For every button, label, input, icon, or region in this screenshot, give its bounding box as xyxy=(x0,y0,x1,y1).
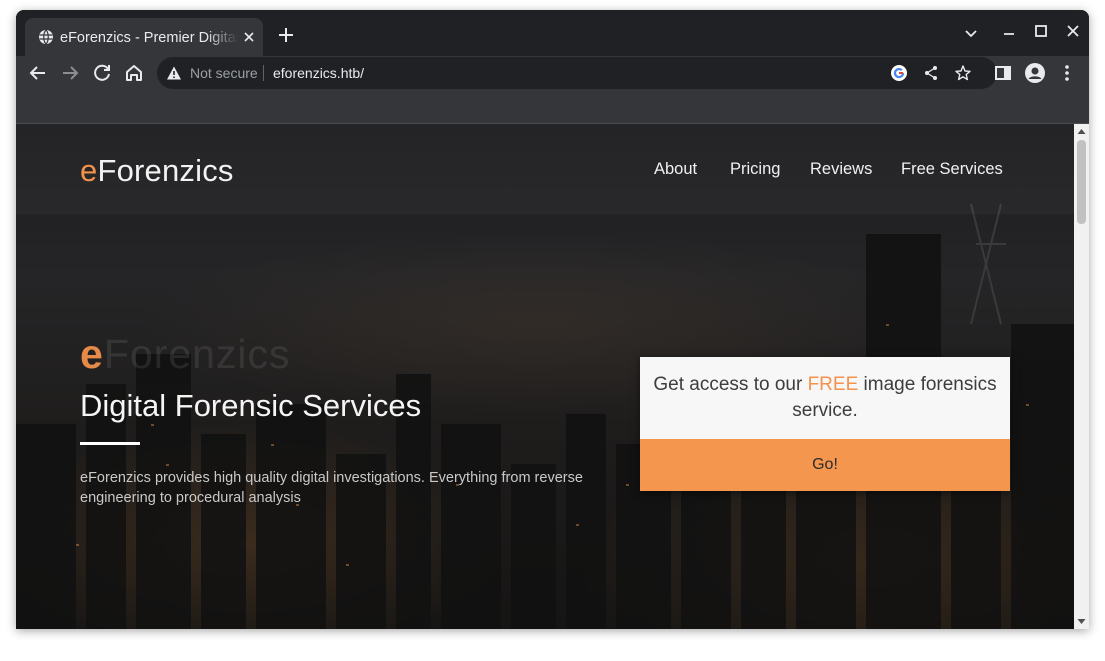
address-divider xyxy=(263,65,264,81)
scroll-up-arrow-icon[interactable] xyxy=(1077,127,1086,135)
google-lens-icon[interactable] xyxy=(890,64,908,82)
free-service-card: Get access to our FREE image forensics s… xyxy=(640,357,1010,491)
hero-watermark-accent: e xyxy=(80,331,104,377)
hero-title: Digital Forensic Services xyxy=(80,388,422,423)
bookmarks-bar xyxy=(16,90,1089,124)
url-text[interactable]: eforenzics.htb/ xyxy=(273,64,364,82)
logo-accent: e xyxy=(80,153,98,188)
profile-avatar-icon[interactable] xyxy=(1023,61,1047,85)
site-logo[interactable]: eForenzics xyxy=(80,151,234,191)
globe-icon xyxy=(39,29,53,45)
hero-divider xyxy=(80,442,140,445)
home-icon[interactable] xyxy=(122,61,146,85)
bookmark-star-icon[interactable] xyxy=(954,64,972,82)
nav-reviews-link[interactable]: Reviews xyxy=(810,158,872,180)
back-arrow-icon[interactable] xyxy=(26,61,50,85)
security-status[interactable]: Not secure xyxy=(190,64,258,82)
maximize-icon[interactable] xyxy=(1031,21,1051,41)
address-bar[interactable]: Not secure eforenzics.htb/ xyxy=(157,57,997,89)
new-tab-icon[interactable] xyxy=(276,25,296,45)
logo-text: Forenzics xyxy=(97,153,234,188)
forward-arrow-icon[interactable] xyxy=(58,61,82,85)
hero-watermark-logo: eForenzics xyxy=(80,329,291,379)
minimize-icon[interactable] xyxy=(999,23,1019,43)
web-page: eForenzics About Pricing Reviews Free Se… xyxy=(16,124,1074,629)
nav-pricing-link[interactable]: Pricing xyxy=(730,158,780,180)
tab-search-chevron-icon[interactable] xyxy=(961,23,981,43)
share-icon[interactable] xyxy=(922,64,940,82)
warning-triangle-icon[interactable] xyxy=(166,65,182,81)
close-tab-icon[interactable] xyxy=(241,29,257,45)
cta-free-highlight: FREE xyxy=(807,374,859,395)
reload-icon[interactable] xyxy=(90,61,114,85)
more-menu-icon[interactable] xyxy=(1055,61,1079,85)
go-button[interactable]: Go! xyxy=(640,439,1010,491)
side-panel-icon[interactable] xyxy=(991,61,1015,85)
scrollbar-thumb[interactable] xyxy=(1077,140,1086,224)
page-scrollbar[interactable] xyxy=(1074,124,1089,629)
browser-toolbar: Not secure eforenzics.htb/ xyxy=(16,56,1089,90)
hero-description: eForenzics provides high quality digital… xyxy=(80,470,583,506)
browser-tab[interactable]: eForenzics - Premier Digital Forensics xyxy=(25,18,263,56)
hero-watermark-text: Forenzics xyxy=(103,331,291,377)
tab-strip: eForenzics - Premier Digital Forensics xyxy=(16,10,1089,56)
scroll-down-arrow-icon[interactable] xyxy=(1077,618,1086,626)
tab-title: eForenzics - Premier Digital Forensics xyxy=(60,30,238,46)
close-window-icon[interactable] xyxy=(1063,21,1083,41)
cta-message: Get access to our FREE image forensics s… xyxy=(640,357,1010,424)
cta-text-before: Get access to our xyxy=(653,374,808,395)
cta-message-box: Get access to our FREE image forensics s… xyxy=(640,357,1010,439)
browser-window: eForenzics - Premier Digital Forensics xyxy=(16,10,1089,629)
site-navbar: eForenzics About Pricing Reviews Free Se… xyxy=(16,124,1074,214)
nav-free-services-link[interactable]: Free Services xyxy=(901,158,1003,180)
nav-about-link[interactable]: About xyxy=(654,158,697,180)
